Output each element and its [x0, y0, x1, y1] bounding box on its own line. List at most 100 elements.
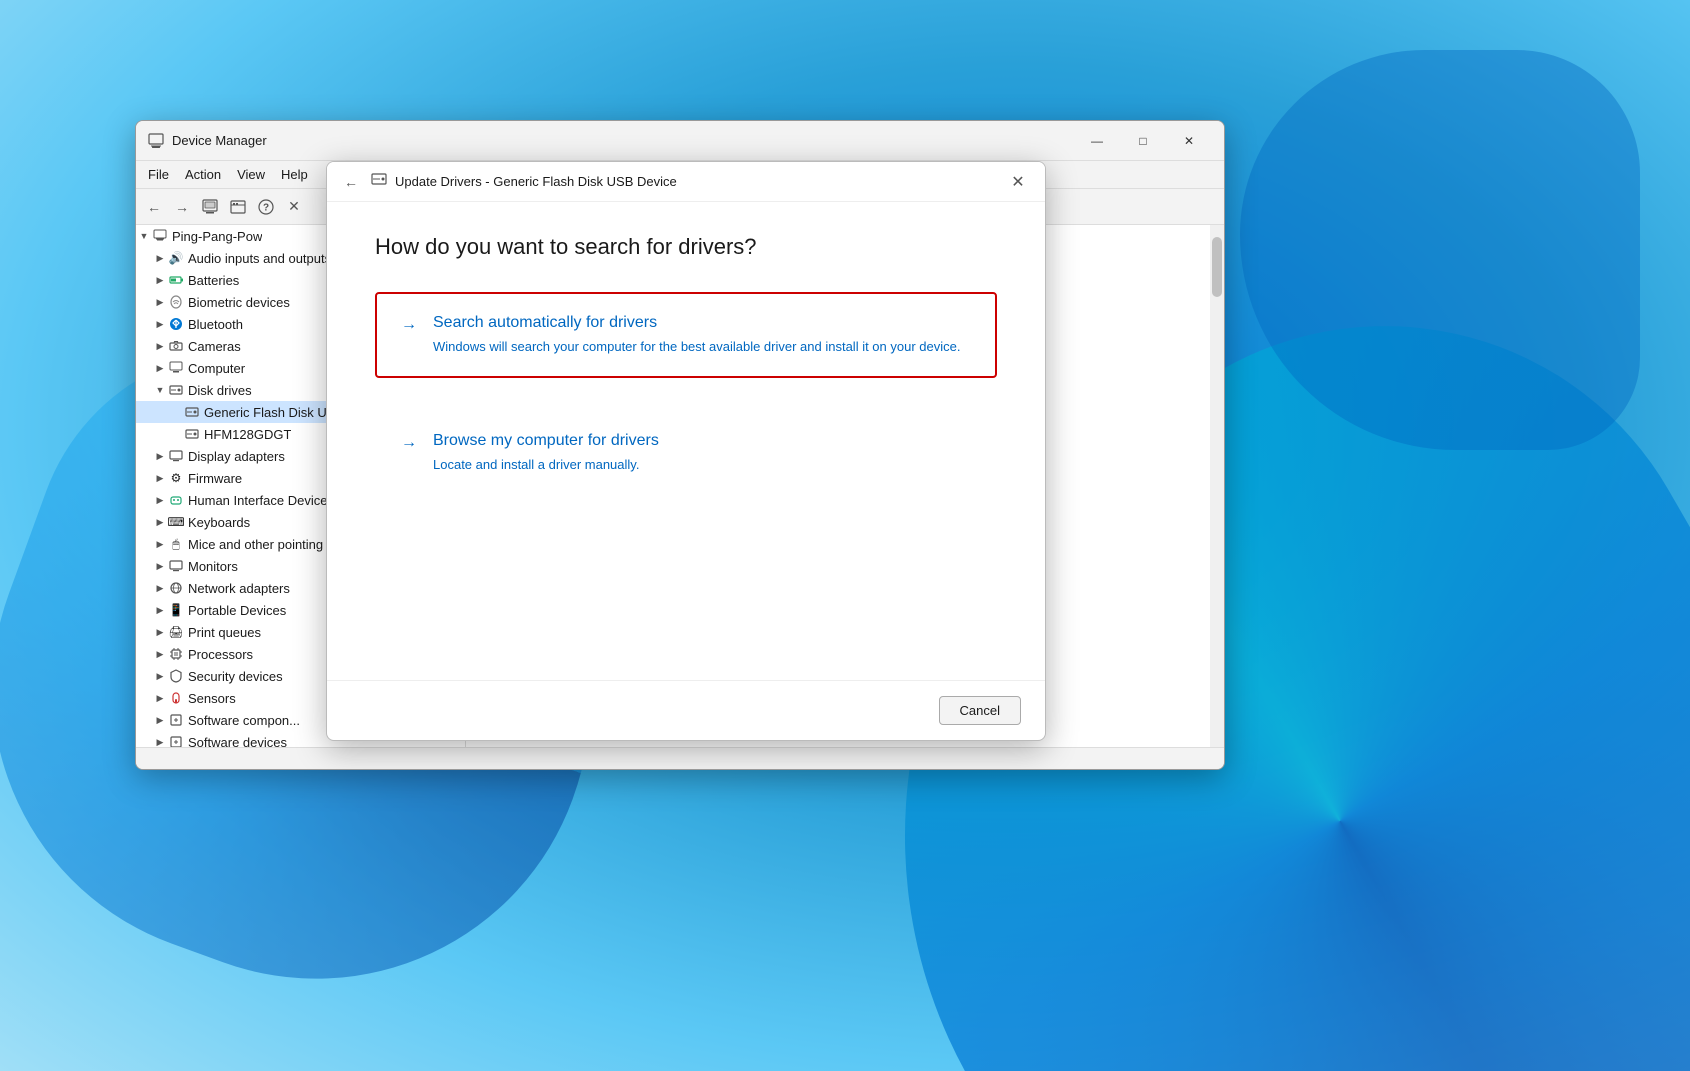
cameras-icon [168, 338, 184, 354]
chevron-right-icon: ▶ [152, 624, 168, 640]
app-icon [148, 133, 164, 149]
window-controls: — □ ✕ [1074, 125, 1212, 157]
chevron-down-icon: ▼ [152, 382, 168, 398]
scrollbar-thumb[interactable] [1212, 237, 1222, 297]
tree-bluetooth-label: Bluetooth [188, 317, 243, 332]
update-button[interactable] [224, 193, 252, 221]
option2-content: Browse my computer for drivers Locate an… [433, 432, 659, 474]
minimize-button[interactable]: — [1074, 125, 1120, 157]
chevron-right-icon: ▶ [152, 360, 168, 376]
chevron-right-icon: ▶ [152, 734, 168, 747]
dialog-close-button[interactable]: ✕ [1003, 167, 1033, 197]
disk-drives-icon [168, 382, 184, 398]
menu-help[interactable]: Help [273, 165, 316, 184]
biometric-icon [168, 294, 184, 310]
chevron-right-icon: ▶ [152, 492, 168, 508]
tree-network-label: Network adapters [188, 581, 290, 596]
software-devices-icon [168, 734, 184, 747]
forward-button[interactable]: → [168, 193, 196, 221]
chevron-right-icon: ▶ [152, 294, 168, 310]
properties-button[interactable] [196, 193, 224, 221]
tree-item-label: Computer [188, 361, 245, 376]
chevron-right-icon: ▶ [152, 536, 168, 552]
tree-item-label: Cameras [188, 339, 241, 354]
search-automatically-option[interactable]: → Search automatically for drivers Windo… [375, 292, 997, 378]
dialog-back-button[interactable]: ← [339, 170, 363, 194]
computer-icon [168, 360, 184, 376]
tree-item-label: Sensors [188, 691, 236, 706]
dialog-footer: Cancel [327, 680, 1045, 740]
close-button[interactable]: ✕ [1166, 125, 1212, 157]
option1-arrow-icon: → [401, 316, 417, 334]
tree-item-label: Firmware [188, 471, 242, 486]
chevron-right-icon: ▶ [152, 646, 168, 662]
dialog-body: How do you want to search for drivers? →… [327, 202, 1045, 680]
firmware-icon: ⚙ [168, 470, 184, 486]
dialog-title-icon [371, 171, 387, 192]
chevron-right-icon: ▶ [152, 690, 168, 706]
tree-item-label: Processors [188, 647, 253, 662]
option2-arrow-icon: → [401, 434, 417, 452]
print-icon: 🖨 [168, 624, 184, 640]
expand-icon: ▼ [136, 228, 152, 244]
tree-item-label: Monitors [188, 559, 238, 574]
status-bar [136, 747, 1224, 769]
menu-action[interactable]: Action [177, 165, 229, 184]
tree-display-adapters-label: Display adapters [188, 449, 285, 464]
option2-description: Locate and install a driver manually. [433, 456, 659, 474]
dialog-title-text: Update Drivers - Generic Flash Disk USB … [395, 174, 677, 189]
tree-portable-label: Portable Devices [188, 603, 286, 618]
window-title: Device Manager [172, 133, 1074, 148]
tree-item-label: Software devices [188, 735, 287, 748]
option1-description: Windows will search your computer for th… [433, 338, 960, 356]
chevron-right-icon: ▶ [152, 558, 168, 574]
dialog-question: How do you want to search for drivers? [375, 234, 997, 260]
chevron-right-icon: ▶ [152, 316, 168, 332]
sensors-icon [168, 690, 184, 706]
chevron-right-icon: ▶ [152, 668, 168, 684]
maximize-button[interactable]: □ [1120, 125, 1166, 157]
chevron-right-icon: ▶ [152, 250, 168, 266]
chevron-right-icon: ▶ [152, 514, 168, 530]
chevron-right-icon: ▶ [152, 470, 168, 486]
mice-icon: 🖱 [168, 536, 184, 552]
keyboards-icon: ⌨ [168, 514, 184, 530]
security-icon [168, 668, 184, 684]
processors-icon [168, 646, 184, 662]
device-manager-window: Device Manager — □ ✕ File Action View He… [135, 120, 1225, 770]
cancel-button[interactable]: Cancel [939, 696, 1021, 725]
network-icon [168, 580, 184, 596]
batteries-icon [168, 272, 184, 288]
chevron-right-icon: ▶ [152, 338, 168, 354]
display-adapters-icon [168, 448, 184, 464]
software-components-icon [168, 712, 184, 728]
audio-icon: 🔊 [168, 250, 184, 266]
dialog-title-bar: ← Update Drivers - Generic Flash Disk US… [327, 162, 1045, 202]
tree-item-label: Print queues [188, 625, 261, 640]
scan-button[interactable]: ✕ [280, 193, 308, 221]
help-button[interactable]: ? [252, 193, 280, 221]
flash-disk-icon [184, 404, 200, 420]
dialog-title-left: ← Update Drivers - Generic Flash Disk US… [339, 170, 677, 194]
option2-title: Browse my computer for drivers [433, 432, 659, 450]
tree-keyboards-label: Keyboards [188, 515, 250, 530]
portable-icon: 📱 [168, 602, 184, 618]
scrollbar[interactable] [1210, 225, 1224, 747]
computer-icon [152, 228, 168, 244]
menu-file[interactable]: File [140, 165, 177, 184]
tree-item-label: Security devices [188, 669, 283, 684]
chevron-right-icon: ▶ [152, 712, 168, 728]
tree-item-label: HFM128GDGT [204, 427, 291, 442]
chevron-right-icon: ▶ [152, 272, 168, 288]
menu-view[interactable]: View [229, 165, 273, 184]
option1-content: Search automatically for drivers Windows… [433, 314, 960, 356]
tree-item-label: Batteries [188, 273, 239, 288]
svg-text:?: ? [263, 202, 269, 213]
monitors-icon [168, 558, 184, 574]
back-button[interactable]: ← [140, 193, 168, 221]
tree-hid-label: Human Interface Devices [188, 493, 334, 508]
bluetooth-icon [168, 316, 184, 332]
tree-item-label: Disk drives [188, 383, 252, 398]
hid-icon [168, 492, 184, 508]
browse-manually-option[interactable]: → Browse my computer for drivers Locate … [375, 410, 997, 496]
